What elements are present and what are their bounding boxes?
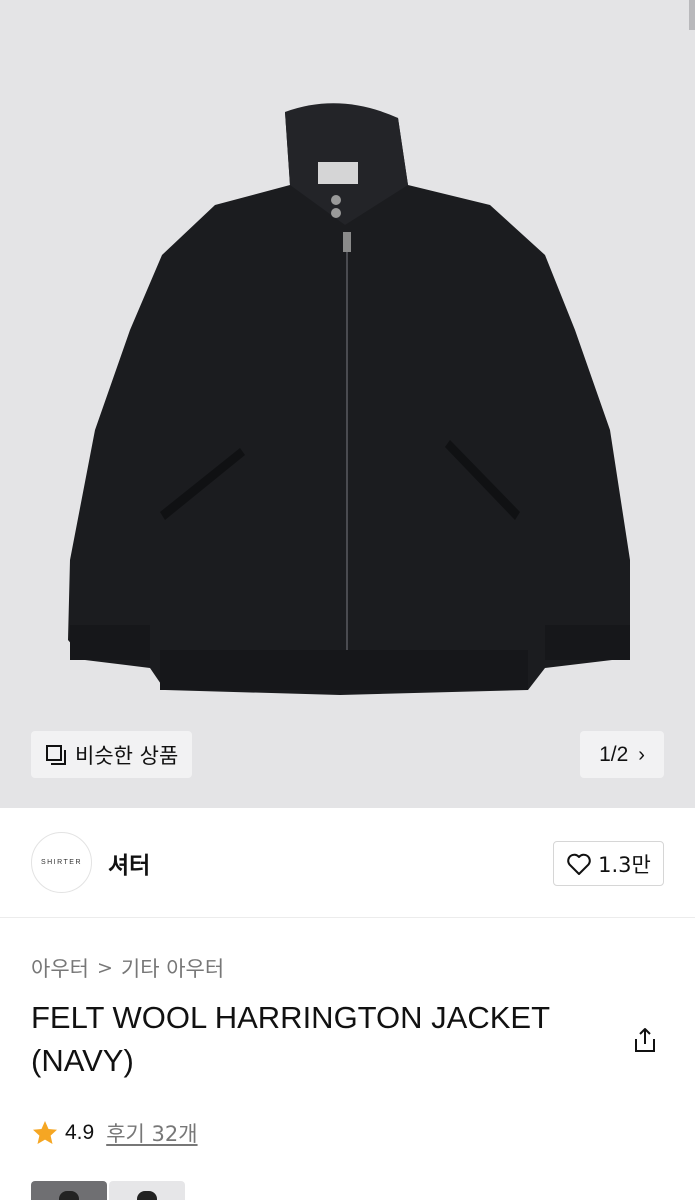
chevron-right-icon: ›: [638, 743, 645, 766]
rating-score: 4.9: [65, 1121, 95, 1144]
thumbnail-item[interactable]: [109, 1181, 185, 1200]
similar-items-icon: [46, 744, 66, 765]
breadcrumb-item-outer[interactable]: 아우터: [31, 953, 89, 983]
brand-name[interactable]: 셔터: [108, 846, 150, 880]
breadcrumb-item-other-outer[interactable]: 기타 아우터: [121, 953, 224, 983]
breadcrumb-separator: >: [96, 957, 113, 979]
breadcrumb: 아우터 > 기타 아우터: [31, 953, 224, 983]
like-button[interactable]: 1.3만: [553, 841, 664, 886]
similar-items-button[interactable]: 비슷한 상품: [31, 731, 193, 778]
image-scroll-indicator: [689, 0, 695, 30]
image-pager[interactable]: 1/2 ›: [580, 731, 664, 778]
like-count: 1.3만: [598, 852, 651, 877]
star-icon: [33, 1121, 57, 1144]
brand-row: SHIRTER 셔터 1.3만: [0, 808, 695, 918]
heart-icon: [567, 853, 591, 875]
product-photo-jacket: [68, 103, 630, 695]
reviews-link[interactable]: 후기 32개: [106, 1118, 197, 1148]
thumbnail-item[interactable]: [31, 1181, 107, 1200]
product-image-gallery[interactable]: 비슷한 상품 1/2 ›: [0, 0, 695, 808]
brand-logo[interactable]: SHIRTER: [31, 832, 92, 893]
product-rating: 4.9 후기 32개: [31, 1118, 198, 1148]
product-title: FELT WOOL HARRINGTON JACKET (NAVY): [31, 1000, 550, 1078]
brand-logo-text: SHIRTER: [40, 859, 83, 866]
thumbnail-strip: [31, 1181, 185, 1200]
share-icon[interactable]: [630, 1025, 660, 1055]
similar-items-label: 비슷한 상품: [75, 743, 179, 768]
page-indicator: 1/2: [599, 742, 629, 766]
